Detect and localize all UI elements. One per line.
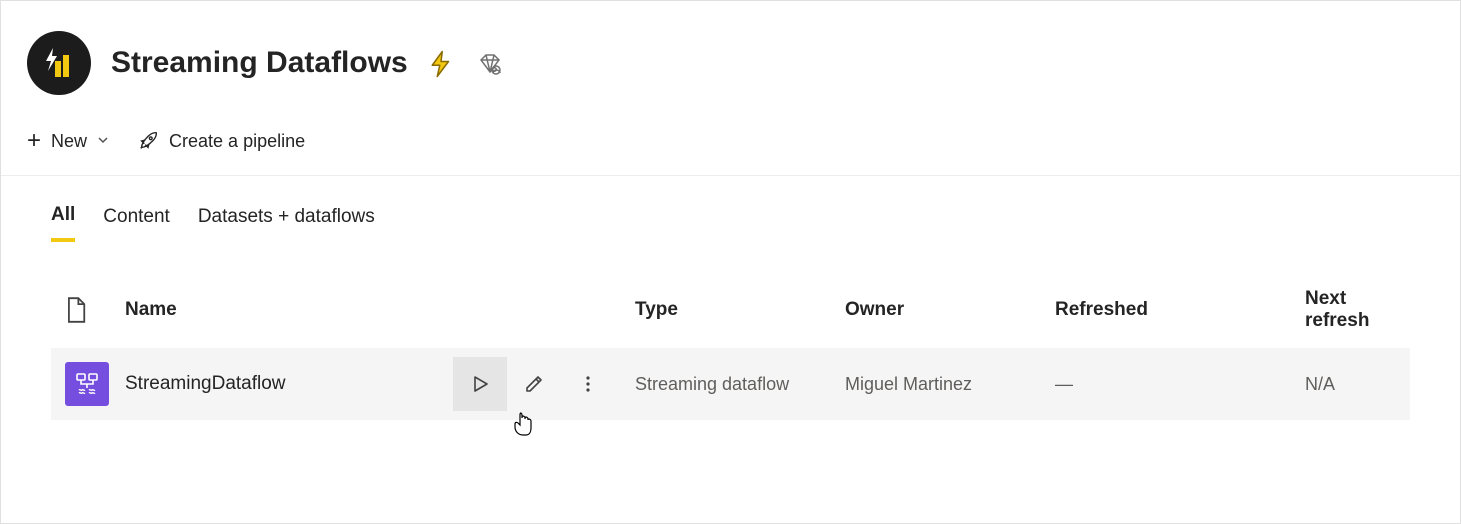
- workspace-header: Streaming Dataflows: [1, 1, 1460, 115]
- page-title: Streaming Dataflows: [111, 46, 502, 80]
- edit-button[interactable]: [507, 357, 561, 411]
- premium-icon: [478, 52, 502, 76]
- column-header-type[interactable]: Type: [635, 299, 845, 321]
- plus-icon: +: [27, 127, 41, 155]
- row-type: Streaming dataflow: [635, 374, 845, 395]
- tab-content[interactable]: Content: [103, 204, 170, 242]
- table-row[interactable]: StreamingDataflow: [51, 348, 1410, 420]
- play-icon: [470, 374, 490, 394]
- more-vertical-icon: [578, 374, 598, 394]
- lightning-bar-icon: [41, 45, 77, 81]
- play-button[interactable]: [453, 357, 507, 411]
- rocket-icon: [137, 130, 159, 152]
- column-header-owner[interactable]: Owner: [845, 299, 1055, 321]
- column-header-name[interactable]: Name: [125, 299, 635, 321]
- column-header-refreshed[interactable]: Refreshed: [1055, 299, 1305, 321]
- tab-bar: All Content Datasets + dataflows: [1, 176, 1460, 242]
- column-icon-header[interactable]: [51, 297, 125, 323]
- row-name[interactable]: StreamingDataflow: [125, 373, 286, 395]
- more-options-button[interactable]: [561, 357, 615, 411]
- new-button[interactable]: + New: [27, 127, 109, 155]
- workspace-avatar: [27, 31, 91, 95]
- file-icon: [65, 297, 87, 323]
- chevron-down-icon: [97, 134, 109, 149]
- tab-datasets-dataflows[interactable]: Datasets + dataflows: [198, 204, 375, 242]
- row-next-refresh: N/A: [1305, 374, 1410, 395]
- content-table: Name Type Owner Refreshed Next refresh: [1, 272, 1460, 420]
- row-refreshed: —: [1055, 374, 1305, 395]
- table-header-row: Name Type Owner Refreshed Next refresh: [51, 272, 1410, 348]
- create-pipeline-button[interactable]: Create a pipeline: [137, 130, 305, 152]
- tab-all[interactable]: All: [51, 204, 75, 242]
- pencil-icon: [524, 374, 544, 394]
- lightning-icon: [426, 49, 456, 79]
- workspace-toolbar: + New Create a pipeline: [1, 115, 1460, 176]
- row-owner: Miguel Martinez: [845, 374, 1055, 395]
- column-header-next-refresh[interactable]: Next refresh: [1305, 288, 1410, 332]
- streaming-dataflow-icon: [65, 362, 109, 406]
